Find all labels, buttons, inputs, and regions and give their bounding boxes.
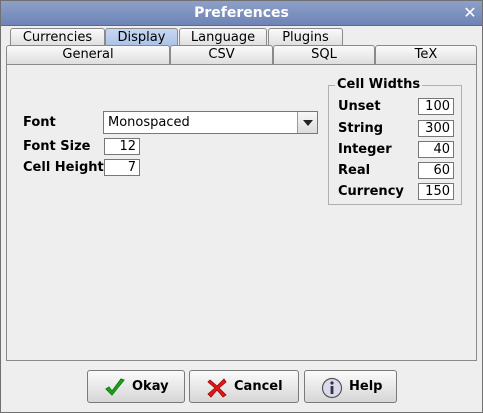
tab-label: Language: [190, 30, 256, 45]
cell-widths-title: Cell Widths: [335, 77, 423, 92]
unset-width-field[interactable]: 100: [418, 98, 454, 115]
font-select[interactable]: Monospaced: [103, 111, 318, 134]
font-label: Font: [23, 115, 56, 130]
currency-width-field[interactable]: 150: [418, 183, 454, 200]
okay-label: Okay: [132, 379, 169, 394]
title-bar[interactable]: Preferences ✕: [1, 1, 482, 26]
cell-height-field[interactable]: 7: [104, 159, 140, 176]
tab-label: Plugins: [282, 30, 329, 45]
info-icon: [321, 377, 343, 399]
tab-label: SQL: [311, 47, 337, 62]
integer-width-field[interactable]: 40: [418, 141, 454, 158]
okay-button[interactable]: Okay: [87, 370, 185, 403]
tab-tex[interactable]: TeX: [375, 45, 477, 65]
font-size-field[interactable]: 12: [104, 138, 140, 155]
tab-label: CSV: [208, 47, 235, 62]
tab-csv[interactable]: CSV: [170, 45, 273, 65]
integer-label: Integer: [338, 142, 392, 157]
string-width-field[interactable]: 300: [418, 120, 454, 137]
close-icon[interactable]: ✕: [461, 4, 479, 22]
window-title: Preferences: [194, 5, 289, 21]
tab-general[interactable]: General: [6, 45, 170, 65]
tab-label: Currencies: [22, 30, 93, 45]
help-button[interactable]: Help: [304, 370, 397, 403]
unset-label: Unset: [338, 99, 381, 114]
currency-label: Currency: [338, 184, 404, 199]
real-label: Real: [338, 163, 371, 178]
string-label: String: [338, 121, 384, 136]
checkmark-icon: [105, 378, 125, 396]
real-width-field[interactable]: 60: [418, 162, 454, 179]
tab-label: Display: [117, 30, 166, 45]
x-icon: [207, 378, 227, 398]
font-select-value: Monospaced: [108, 115, 190, 130]
chevron-down-icon[interactable]: [297, 112, 317, 133]
help-label: Help: [349, 379, 383, 394]
tab-sql[interactable]: SQL: [273, 45, 375, 65]
tab-label: TeX: [414, 47, 438, 62]
cell-height-label: Cell Height: [23, 160, 104, 175]
cancel-button[interactable]: Cancel: [189, 370, 299, 403]
preferences-dialog: Preferences ✕ Currencies Display Languag…: [0, 0, 483, 413]
cancel-label: Cancel: [234, 379, 283, 394]
font-size-label: Font Size: [23, 139, 91, 154]
tab-label: General: [62, 47, 114, 62]
